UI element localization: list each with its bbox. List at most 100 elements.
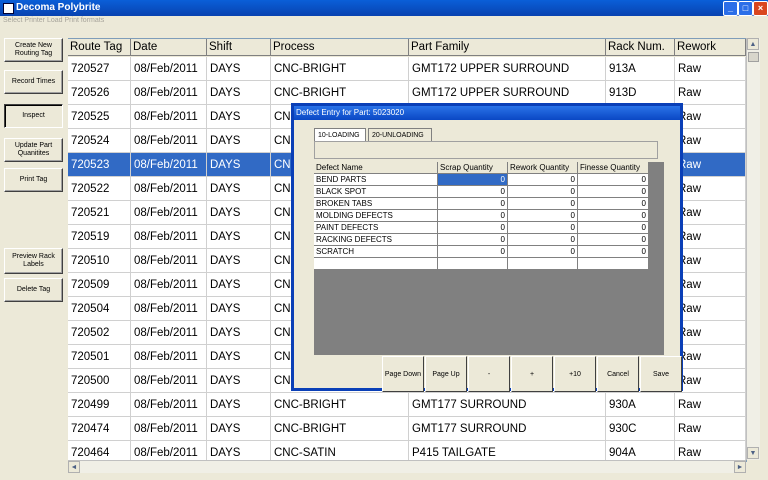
table-row[interactable]: 720526 08/Feb/2011 DAYS CNC-BRIGHT GMT172 UP… [68, 81, 746, 105]
plus-ten-button[interactable]: +10 [554, 356, 596, 392]
close-button[interactable]: × [753, 1, 768, 16]
defect-qty-cell[interactable]: 0 [578, 234, 649, 246]
scroll-right-icon[interactable]: ► [734, 461, 746, 473]
cell-shift[interactable]: DAYS [207, 369, 271, 393]
cell-process[interactable]: CNC-BRIGHT [271, 81, 409, 105]
cell-shift[interactable]: DAYS [207, 177, 271, 201]
cell-date[interactable]: 08/Feb/2011 [131, 441, 207, 461]
col-route-tag[interactable]: Route Tag [68, 39, 131, 56]
defect-qty-cell[interactable]: 0 [438, 246, 508, 258]
cell-part-family[interactable]: GMT172 UPPER SURROUND [409, 81, 606, 105]
cell-rack-num[interactable]: 930A [606, 393, 675, 417]
cell-rework[interactable]: Raw [675, 297, 746, 321]
cell-date[interactable]: 08/Feb/2011 [131, 225, 207, 249]
cell-rework[interactable]: Raw [675, 225, 746, 249]
col-part-family[interactable]: Part Family [409, 39, 606, 56]
cell-rework[interactable]: Raw [675, 129, 746, 153]
cell-shift[interactable]: DAYS [207, 201, 271, 225]
cell-route-tag[interactable]: 720509 [68, 273, 131, 297]
cell-shift[interactable]: DAYS [207, 321, 271, 345]
cell-date[interactable]: 08/Feb/2011 [131, 105, 207, 129]
cell-route-tag[interactable]: 720464 [68, 441, 131, 461]
defect-entry-dialog[interactable]: Defect Entry for Part: 5023020 10-LOADIN… [291, 103, 683, 392]
cell-rework[interactable]: Raw [675, 57, 746, 81]
cell-rework[interactable]: Raw [675, 417, 746, 441]
maximize-button[interactable]: □ [738, 1, 753, 16]
defect-qty-cell[interactable]: 0 [508, 210, 578, 222]
cell-date[interactable]: 08/Feb/2011 [131, 57, 207, 81]
table-row[interactable]: 720499 08/Feb/2011 DAYS CNC-BRIGHT GMT177 SU… [68, 393, 746, 417]
cell-shift[interactable]: DAYS [207, 153, 271, 177]
defect-qty-cell[interactable]: 0 [438, 198, 508, 210]
defect-qty-cell[interactable]: 0 [578, 246, 649, 258]
cell-part-family[interactable]: GMT177 SURROUND [409, 393, 606, 417]
defect-qty-cell[interactable]: 0 [438, 186, 508, 198]
cell-route-tag[interactable]: 720524 [68, 129, 131, 153]
scroll-up-icon[interactable]: ▲ [747, 38, 759, 50]
cancel-button[interactable]: Cancel [597, 356, 639, 392]
cell-date[interactable]: 08/Feb/2011 [131, 153, 207, 177]
grid-vertical-scrollbar[interactable]: ▲ ▼ [746, 38, 760, 460]
cell-shift[interactable]: DAYS [207, 417, 271, 441]
col-date[interactable]: Date [131, 39, 207, 56]
cell-shift[interactable]: DAYS [207, 129, 271, 153]
cell-shift[interactable]: DAYS [207, 297, 271, 321]
defect-new-row-cell[interactable] [508, 258, 578, 270]
cell-date[interactable]: 08/Feb/2011 [131, 369, 207, 393]
cell-rework[interactable]: Raw [675, 273, 746, 297]
cell-part-family[interactable]: P415 TAILGATE [409, 441, 606, 461]
cell-rework[interactable]: Raw [675, 321, 746, 345]
cell-rack-num[interactable]: 930C [606, 417, 675, 441]
cell-route-tag[interactable]: 720526 [68, 81, 131, 105]
cell-rework[interactable]: Raw [675, 393, 746, 417]
cell-process[interactable]: CNC-SATIN [271, 441, 409, 461]
cell-date[interactable]: 08/Feb/2011 [131, 297, 207, 321]
cell-date[interactable]: 08/Feb/2011 [131, 273, 207, 297]
cell-shift[interactable]: DAYS [207, 225, 271, 249]
cell-route-tag[interactable]: 720499 [68, 393, 131, 417]
table-row[interactable]: 720464 08/Feb/2011 DAYS CNC-SATIN P415 TAILG… [68, 441, 746, 461]
cell-shift[interactable]: DAYS [207, 57, 271, 81]
tab-unloading[interactable]: 20-UNLOADING [368, 128, 432, 141]
defect-qty-cell[interactable]: 0 [438, 234, 508, 246]
defect-new-row-cell[interactable] [438, 258, 508, 270]
cell-shift[interactable]: DAYS [207, 105, 271, 129]
col-shift[interactable]: Shift [207, 39, 271, 56]
cell-rework[interactable]: Raw [675, 369, 746, 393]
defect-new-row-cell[interactable] [578, 258, 649, 270]
cell-date[interactable]: 08/Feb/2011 [131, 249, 207, 273]
cell-rework[interactable]: Raw [675, 177, 746, 201]
defect-grid[interactable]: Defect Name Scrap Quantity Rework Quantity… [314, 162, 664, 355]
defect-qty-cell[interactable]: 0 [508, 186, 578, 198]
defect-qty-cell[interactable]: 0 [578, 174, 649, 186]
cell-rework[interactable]: Raw [675, 249, 746, 273]
cell-date[interactable]: 08/Feb/2011 [131, 345, 207, 369]
col-rework[interactable]: Rework [675, 39, 746, 56]
cell-route-tag[interactable]: 720522 [68, 177, 131, 201]
cell-route-tag[interactable]: 720519 [68, 225, 131, 249]
scroll-down-icon[interactable]: ▼ [747, 447, 759, 459]
cell-process[interactable]: CNC-BRIGHT [271, 393, 409, 417]
defect-qty-cell[interactable]: 0 [578, 186, 649, 198]
menu-select-printer[interactable]: Select Printer [3, 17, 45, 24]
tab-loading[interactable]: 10-LOADING [314, 128, 366, 142]
cell-route-tag[interactable]: 720501 [68, 345, 131, 369]
minus-button[interactable]: - [468, 356, 510, 392]
defect-new-row-cell[interactable] [314, 258, 438, 270]
minimize-button[interactable]: _ [723, 1, 738, 16]
preview-rack-labels-button[interactable]: Preview Rack Labels [4, 248, 63, 274]
page-down-button[interactable]: Page Down [382, 356, 424, 392]
cell-process[interactable]: CNC-BRIGHT [271, 57, 409, 81]
cell-route-tag[interactable]: 720504 [68, 297, 131, 321]
delete-tag-button[interactable]: Delete Tag [4, 278, 63, 302]
page-up-button[interactable]: Page Up [425, 356, 467, 392]
cell-part-family[interactable]: GMT172 UPPER SURROUND [409, 57, 606, 81]
defect-qty-cell[interactable]: 0 [508, 174, 578, 186]
cell-rack-num[interactable]: 913D [606, 81, 675, 105]
defect-qty-cell[interactable]: 0 [578, 210, 649, 222]
cell-rework[interactable]: Raw [675, 201, 746, 225]
cell-date[interactable]: 08/Feb/2011 [131, 393, 207, 417]
save-button[interactable]: Save [640, 356, 682, 392]
defect-qty-cell[interactable]: 0 [508, 246, 578, 258]
cell-shift[interactable]: DAYS [207, 81, 271, 105]
